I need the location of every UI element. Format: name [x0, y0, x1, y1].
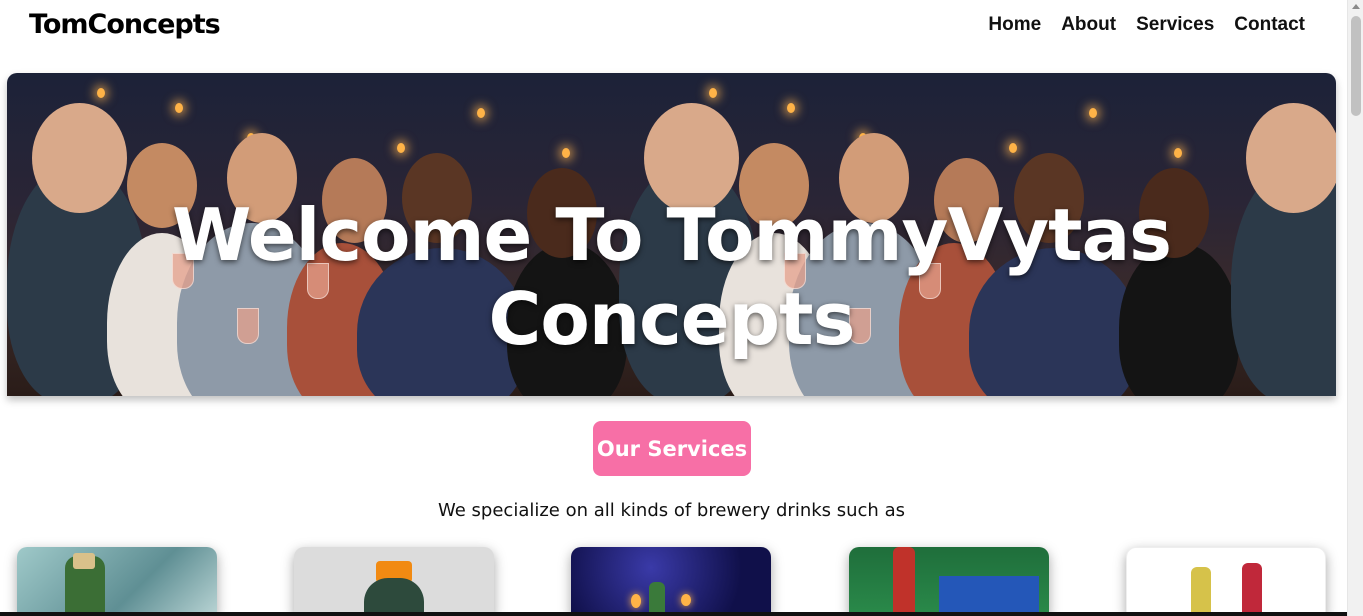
- hero-title: Welcome To TommyVytas Concepts: [171, 193, 1172, 361]
- product-card[interactable]: [17, 547, 217, 616]
- brand-logo[interactable]: TomConcepts: [29, 9, 221, 40]
- product-card[interactable]: [1126, 547, 1326, 616]
- page-scrollbar[interactable]: [1347, 0, 1363, 616]
- services-tagline: We specialize on all kinds of brewery dr…: [438, 500, 905, 521]
- bottom-edge: [0, 612, 1347, 616]
- scroll-up-icon[interactable]: [1352, 4, 1360, 9]
- navbar: TomConcepts Home About Services Contact: [0, 0, 1347, 56]
- nav-link-home[interactable]: Home: [988, 14, 1041, 36]
- scrollbar-thumb[interactable]: [1351, 16, 1361, 116]
- our-services-button[interactable]: Our Services: [593, 421, 751, 476]
- product-card[interactable]: [294, 547, 494, 616]
- nav-link-contact[interactable]: Contact: [1234, 14, 1305, 36]
- product-cards: [0, 547, 1347, 616]
- hero-banner: Welcome To TommyVytas Concepts: [7, 73, 1336, 396]
- product-card[interactable]: [571, 547, 771, 616]
- nav-links: Home About Services Contact: [988, 14, 1305, 36]
- nav-link-services[interactable]: Services: [1136, 14, 1214, 36]
- product-card[interactable]: [849, 547, 1049, 616]
- nav-link-about[interactable]: About: [1061, 14, 1116, 36]
